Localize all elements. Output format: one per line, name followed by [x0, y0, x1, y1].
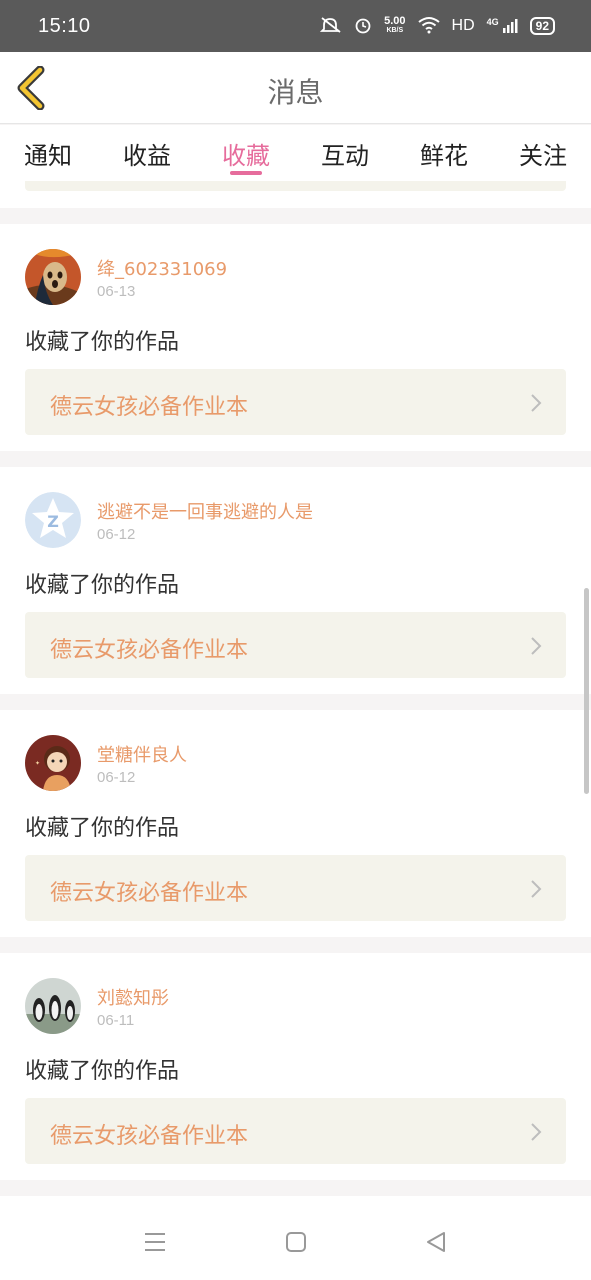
avatar[interactable]: [25, 978, 81, 1034]
system-nav-bar: [0, 1196, 591, 1280]
tab-label: 鲜花: [420, 142, 468, 170]
page-title: 消息: [267, 76, 324, 109]
alarm-icon: [354, 16, 372, 37]
signal-icon: 4G: [487, 18, 518, 34]
notification-date: 06-12: [97, 769, 136, 786]
work-link[interactable]: 德云女孩必备作业本: [25, 612, 566, 678]
tab-flowers[interactable]: 鲜花: [420, 125, 468, 181]
tab-active-indicator: [230, 171, 262, 175]
chevron-right-icon: [531, 394, 542, 412]
username[interactable]: 逃避不是一回事逃避的人是: [97, 498, 313, 524]
list-item: 刘懿知彤 06-11 收藏了你的作品 德云女孩必备作业本: [0, 953, 591, 1180]
tab-label: 关注: [519, 142, 567, 170]
list-item: ✦ 堂糖伴良人 06-12 收藏了你的作品 德云女孩必备作业本: [0, 710, 591, 937]
username[interactable]: 刘懿知彤: [97, 984, 169, 1010]
notification-list: 绛_602331069 06-13 收藏了你的作品 德云女孩必备作业本 Z 逃避…: [0, 181, 591, 1180]
avatar[interactable]: ✦: [25, 735, 81, 791]
notification-action: 收藏了你的作品: [25, 330, 180, 355]
tab-favorites[interactable]: 收藏: [222, 125, 270, 181]
work-title: 德云女孩必备作业本: [50, 1124, 249, 1149]
work-title: 德云女孩必备作业本: [50, 395, 249, 420]
work-link[interactable]: 德云女孩必备作业本: [25, 369, 566, 435]
tab-label: 互动: [321, 142, 369, 170]
tab-bar: 通知 收益 收藏 互动 鲜花 关注: [0, 125, 591, 181]
back-triangle-icon[interactable]: [424, 1230, 448, 1254]
notification-action: 收藏了你的作品: [25, 1059, 180, 1084]
notification-action: 收藏了你的作品: [25, 816, 180, 841]
wifi-icon: [417, 16, 440, 37]
chevron-right-icon: [531, 1123, 542, 1141]
notification-date: 06-13: [97, 283, 136, 300]
tab-notifications[interactable]: 通知: [24, 125, 72, 181]
list-item-partial: [0, 181, 591, 208]
home-square-icon[interactable]: [284, 1230, 308, 1254]
avatar[interactable]: [25, 249, 81, 305]
work-title: 德云女孩必备作业本: [50, 638, 249, 663]
svg-text:Z: Z: [47, 512, 59, 531]
chevron-right-icon: [531, 637, 542, 655]
tab-label: 通知: [24, 142, 72, 170]
status-bar: 15:10 5.00 KB/S HD 4G 92: [0, 0, 591, 52]
username[interactable]: 绛_602331069: [97, 255, 227, 281]
net-speed-value: 5.00: [384, 15, 406, 27]
avatar[interactable]: Z: [25, 492, 81, 548]
work-title: 德云女孩必备作业本: [50, 881, 249, 906]
network-type: 4G: [486, 17, 499, 27]
notification-date: 06-11: [97, 1012, 135, 1029]
tab-interactions[interactable]: 互动: [321, 125, 369, 181]
hd-label: HD: [451, 17, 475, 34]
scrollbar[interactable]: [584, 588, 589, 794]
list-item: Z 逃避不是一回事逃避的人是 06-12 收藏了你的作品 德云女孩必备作业本: [0, 467, 591, 694]
list-item: 绛_602331069 06-13 收藏了你的作品 德云女孩必备作业本: [0, 224, 591, 451]
net-speed: 5.00 KB/S: [384, 16, 405, 36]
status-icons: 5.00 KB/S HD 4G 92: [319, 16, 555, 37]
work-link[interactable]: 德云女孩必备作业本: [25, 1098, 566, 1164]
tab-earnings[interactable]: 收益: [123, 125, 171, 181]
username[interactable]: 堂糖伴良人: [97, 741, 187, 767]
work-box-partial: [25, 181, 566, 191]
notification-date: 06-12: [97, 526, 136, 543]
net-speed-unit: KB/S: [386, 27, 404, 34]
svg-text:✦: ✦: [35, 760, 40, 767]
work-link[interactable]: 德云女孩必备作业本: [25, 855, 566, 921]
notification-action: 收藏了你的作品: [25, 573, 180, 598]
tab-label: 收益: [123, 142, 171, 170]
header: 消息: [0, 52, 591, 124]
mute-icon: [319, 16, 342, 37]
chevron-right-icon: [531, 880, 542, 898]
menu-icon[interactable]: [143, 1230, 167, 1254]
tab-follows[interactable]: 关注: [519, 125, 567, 181]
status-time: 15:10: [38, 14, 91, 37]
battery-indicator: 92: [529, 17, 555, 35]
tab-label: 收藏: [222, 142, 270, 170]
